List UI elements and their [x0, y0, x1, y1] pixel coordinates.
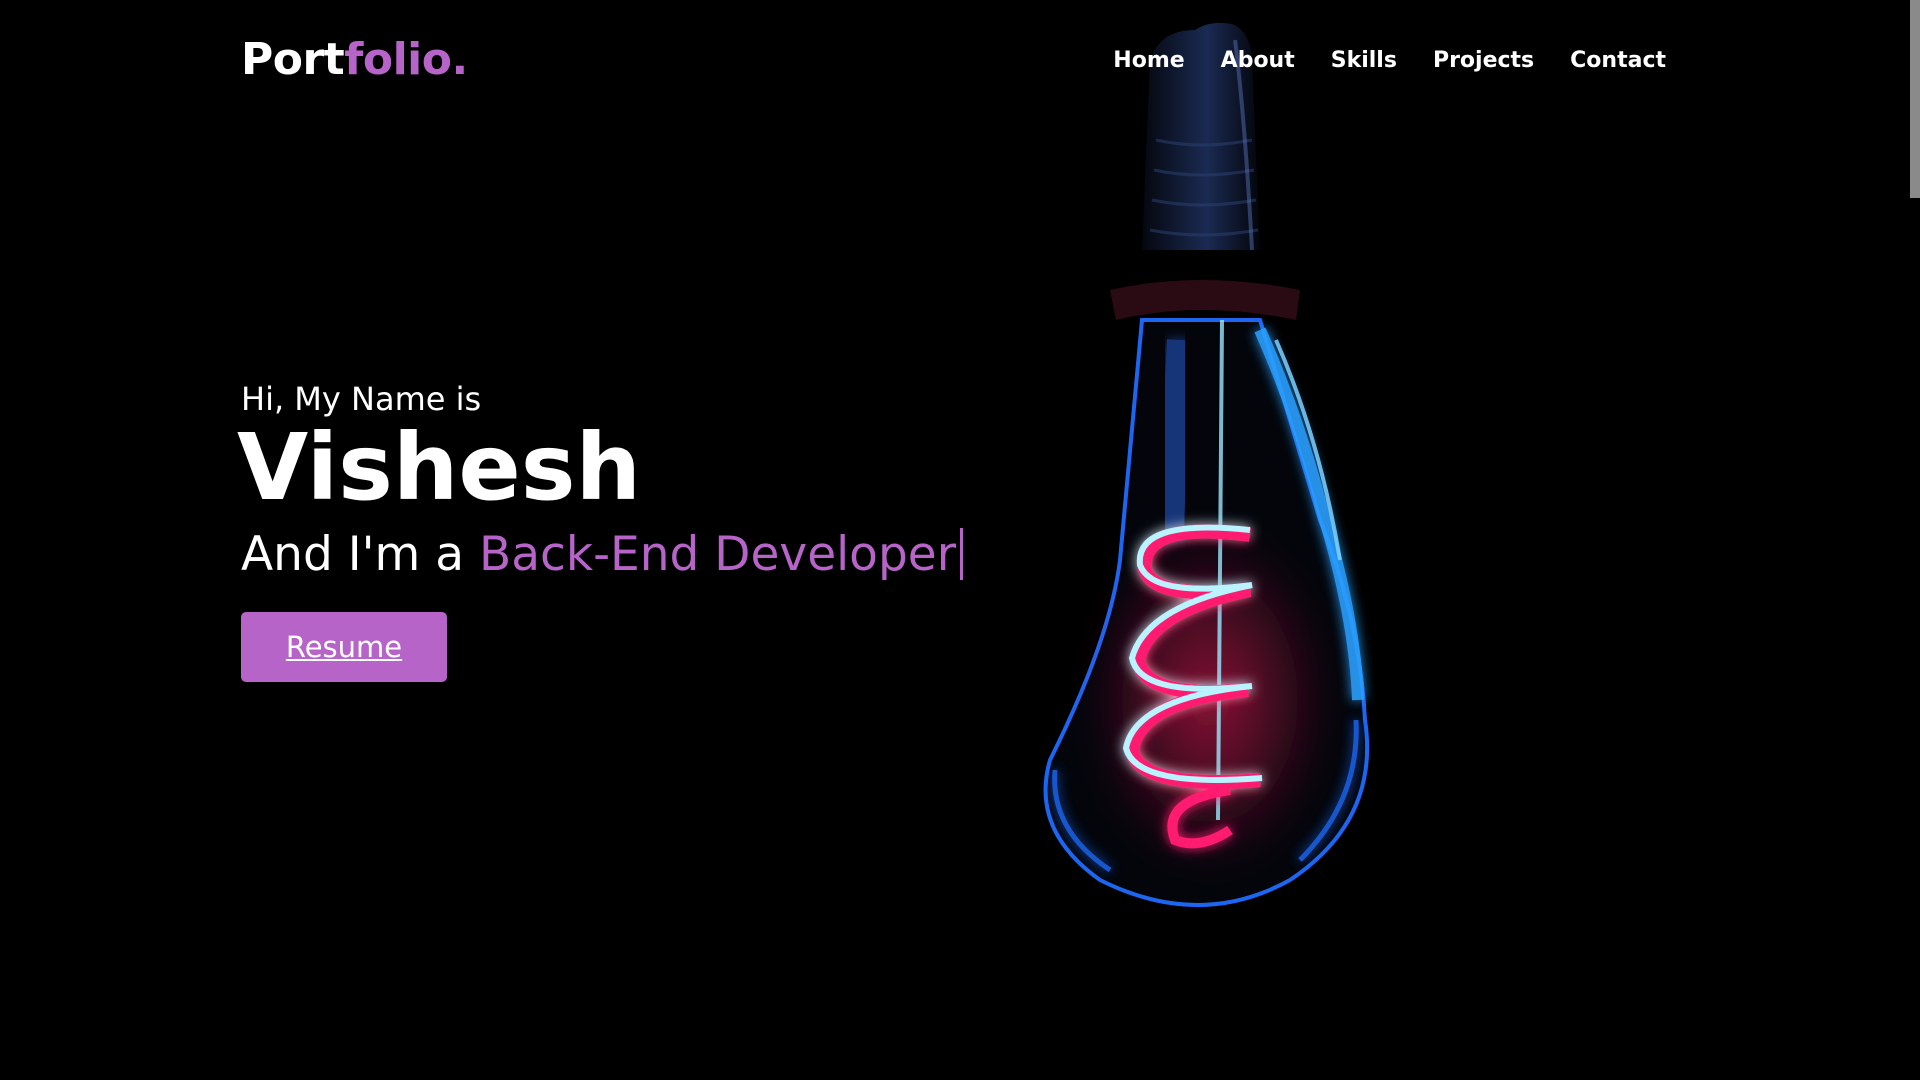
nav-link-projects[interactable]: Projects — [1433, 48, 1534, 73]
page-scrollbar[interactable] — [1908, 0, 1920, 1080]
nav-item-contact: Contact — [1570, 48, 1666, 73]
nav-link-home[interactable]: Home — [1113, 48, 1184, 73]
hero-role: Back-End Developer — [478, 526, 957, 582]
nav-links: Home About Skills Projects Contact — [1113, 48, 1666, 73]
nav-item-about: About — [1221, 48, 1295, 73]
text-cursor-icon — [960, 527, 964, 580]
hero-role-line: And I'm a Back-End Developer — [241, 526, 964, 582]
nav-item-projects: Projects — [1433, 48, 1534, 73]
hero-section: Hi, My Name is Vishesh And I'm a Back-En… — [237, 380, 964, 682]
logo-main: Port — [241, 34, 345, 85]
scrollbar-thumb[interactable] — [1910, 0, 1920, 198]
nav-item-skills: Skills — [1331, 48, 1397, 73]
hero-name: Vishesh — [237, 414, 642, 521]
navbar: Portfolio. Home About Skills Projects Co… — [0, 0, 1908, 124]
logo-accent: folio. — [344, 34, 468, 85]
nav-item-home: Home — [1113, 48, 1184, 73]
logo[interactable]: Portfolio. — [241, 34, 468, 85]
portfolio-page: Portfolio. Home About Skills Projects Co… — [0, 0, 1920, 1080]
neon-light-bulb-icon — [1043, 22, 1370, 907]
hero-role-prefix: And I'm a — [241, 526, 479, 582]
nav-link-about[interactable]: About — [1221, 48, 1295, 73]
nav-link-contact[interactable]: Contact — [1570, 48, 1666, 73]
resume-button[interactable]: Resume — [241, 611, 447, 682]
hero-greeting: Hi, My Name is — [241, 380, 482, 418]
nav-link-skills[interactable]: Skills — [1331, 48, 1397, 73]
